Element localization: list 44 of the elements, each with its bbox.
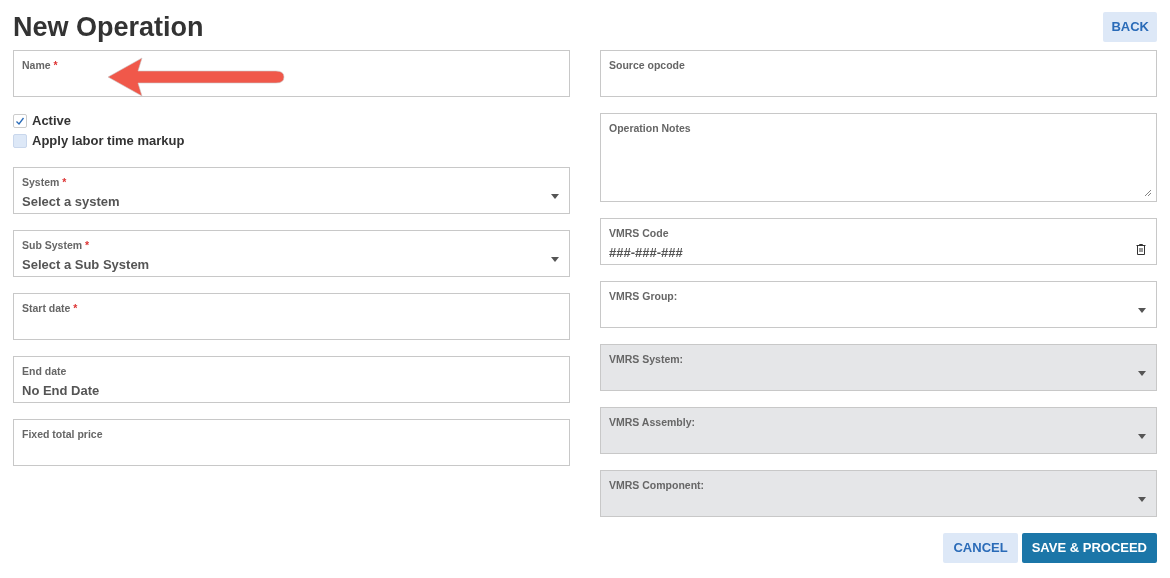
trash-icon <box>1136 244 1146 255</box>
caret-icon <box>1138 371 1146 376</box>
checkbox[interactable] <box>13 134 27 148</box>
caret-icon <box>1138 434 1146 439</box>
checkbox[interactable] <box>13 114 27 128</box>
input-field[interactable]: End date No End Date <box>13 356 570 403</box>
field-label: VMRS Component: <box>609 479 705 492</box>
cancel-button[interactable]: CANCEL <box>943 533 1018 563</box>
field-label: End date <box>22 365 67 378</box>
dropdown-field[interactable]: VMRS Group: <box>600 281 1157 328</box>
field-value: Select a system <box>22 193 120 211</box>
field-label: Name * <box>22 59 58 72</box>
field-value: Select a Sub System <box>22 256 150 274</box>
dropdown-field[interactable]: Sub System * Select a Sub System <box>13 230 570 277</box>
field-label: Operation Notes <box>609 122 691 135</box>
back-button[interactable]: BACK <box>1103 12 1157 42</box>
checkbox-label: Active <box>32 112 72 131</box>
dropdown-field[interactable]: System * Select a system <box>13 167 570 214</box>
field-label: VMRS Group: <box>609 290 678 303</box>
input-field[interactable]: Source opcode <box>600 50 1157 97</box>
check-icon <box>15 116 25 126</box>
input-field[interactable]: Fixed total price <box>13 419 570 466</box>
input-field[interactable]: Name * <box>13 50 570 97</box>
caret-icon <box>551 257 559 262</box>
page-title: New Operation <box>13 11 204 44</box>
field-label: VMRS System: <box>609 353 684 366</box>
field-label: System * <box>22 176 67 189</box>
field-value: No End Date <box>22 382 100 400</box>
resize-handle-icon <box>1144 189 1152 197</box>
input-field[interactable]: Start date * <box>13 293 570 340</box>
field-label: VMRS Assembly: <box>609 416 695 429</box>
input-field[interactable]: VMRS Code ###-###-### <box>600 218 1157 265</box>
field-label: Fixed total price <box>22 428 103 441</box>
field-label: Sub System * <box>22 239 90 252</box>
notes-field[interactable]: Operation Notes <box>600 113 1157 202</box>
field-value: ###-###-### <box>609 244 683 262</box>
field-label: Source opcode <box>609 59 685 72</box>
caret-icon <box>1138 497 1146 502</box>
checkbox-label: Apply labor time markup <box>32 132 185 151</box>
caret-icon <box>1138 308 1146 313</box>
caret-icon <box>551 194 559 199</box>
field-label: Start date * <box>22 302 78 315</box>
field-label: VMRS Code <box>609 227 669 240</box>
save-button[interactable]: SAVE & PROCEED <box>1021 533 1157 563</box>
